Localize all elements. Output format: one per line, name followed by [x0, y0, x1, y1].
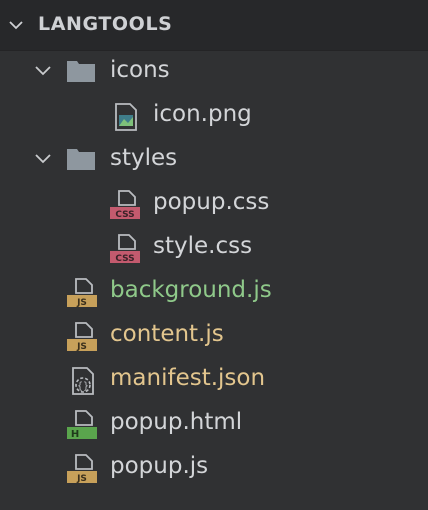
tree-item-content-js[interactable]: JS content.js — [0, 314, 428, 358]
tree-item-popup-js[interactable]: JS popup.js — [0, 446, 428, 490]
js-file-icon: JS — [67, 278, 97, 308]
tree-item-label: popup.css — [153, 189, 270, 215]
css-file-icon: CSS — [110, 190, 140, 220]
js-file-icon: JS — [67, 322, 97, 352]
html-file-icon: H — [67, 410, 97, 440]
js-file-icon: JS — [67, 454, 97, 484]
css-badge-text: CSS — [115, 210, 134, 220]
tree-item-label: popup.js — [110, 453, 209, 479]
tree-item-label: content.js — [110, 321, 224, 347]
js-badge-text: JS — [76, 474, 87, 484]
chevron-down-icon[interactable] — [34, 152, 52, 166]
chevron-down-icon[interactable] — [34, 64, 52, 78]
js-badge-text: JS — [76, 298, 87, 308]
folder-icon — [67, 149, 95, 170]
chevron-down-icon[interactable] — [8, 17, 24, 33]
tree-item-label: icons — [110, 57, 170, 83]
css-file-icon: CSS — [110, 234, 140, 264]
tree-item-label: background.js — [110, 277, 272, 303]
file-explorer: LANGTOOLS icons icon.png styles CSS popu… — [0, 0, 428, 510]
tree-item-popup-css[interactable]: CSS popup.css — [0, 182, 428, 226]
tree-item-label: manifest.json — [110, 365, 266, 391]
tree-item-label: style.css — [153, 233, 253, 259]
image-file-icon — [115, 103, 137, 131]
tree-item-icon-png[interactable]: icon.png — [0, 94, 428, 138]
json-file-icon: {} — [72, 367, 94, 395]
js-badge-text: JS — [76, 342, 87, 352]
tree-item-manifest-json[interactable]: {} manifest.json — [0, 358, 428, 402]
tree-item-popup-html[interactable]: H popup.html — [0, 402, 428, 446]
section-title: LANGTOOLS — [38, 13, 173, 35]
tree-item-style-css[interactable]: CSS style.css — [0, 226, 428, 270]
tree-item-label: popup.html — [110, 409, 243, 435]
tree-item-background-js[interactable]: JS background.js — [0, 270, 428, 314]
html-badge-text: H — [71, 429, 79, 440]
tree-item-styles-folder[interactable]: styles — [0, 138, 428, 182]
tree-item-label: styles — [110, 145, 178, 171]
explorer-section-header[interactable]: LANGTOOLS — [0, 0, 428, 50]
tree-item-label: icon.png — [153, 101, 252, 127]
css-badge-text: CSS — [115, 254, 134, 264]
folder-icon — [67, 61, 95, 82]
svg-text:{}: {} — [77, 381, 89, 392]
tree-item-icons-folder[interactable]: icons — [0, 50, 428, 94]
